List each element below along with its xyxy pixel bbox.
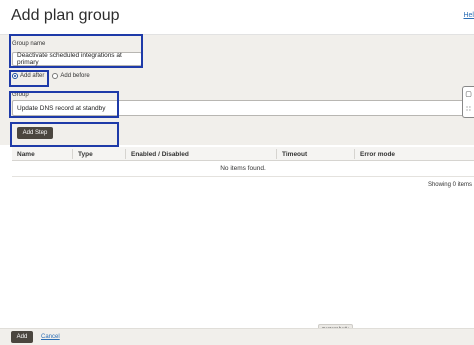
footer-bar (0, 328, 474, 345)
toolbar-icon[interactable]: ▢ (465, 91, 472, 98)
page-header: Add plan group Hel (0, 0, 474, 34)
table-header: Name Type Enabled / Disabled Timeout Err… (12, 147, 474, 161)
column-header-name[interactable]: Name (12, 147, 35, 161)
column-header-enabled[interactable]: Enabled / Disabled (126, 147, 189, 161)
column-header-error-mode[interactable]: Error mode (355, 147, 395, 161)
column-header-type[interactable]: Type (73, 147, 93, 161)
group-name-label: Group name (12, 41, 46, 47)
help-link[interactable]: Hel (463, 12, 474, 19)
page-title: Add plan group (11, 7, 120, 24)
add-before-radio-icon (52, 73, 59, 79)
add-before-label: Add before (60, 73, 90, 79)
add-step-button[interactable]: Add Step (17, 127, 53, 139)
add-button[interactable]: Add (11, 331, 33, 343)
add-after-radio-icon (12, 73, 18, 79)
add-after-label: Add after (20, 73, 45, 79)
add-after-radio[interactable]: Add after (12, 73, 44, 79)
items-count: Showing 0 items (427, 182, 472, 188)
add-before-radio[interactable]: Add before (52, 73, 90, 79)
side-toolbar[interactable]: ▢ ∷ (462, 86, 474, 118)
group-label: Group (12, 92, 29, 98)
group-select[interactable]: Update DNS record at standby (12, 100, 464, 116)
steps-table: Name Type Enabled / Disabled Timeout Err… (12, 147, 474, 193)
cancel-link[interactable]: Cancel (41, 334, 60, 340)
empty-message: No items found. (12, 161, 474, 177)
group-name-field[interactable]: Deactivate scheduled integrations at pri… (12, 52, 142, 66)
column-header-timeout[interactable]: Timeout (277, 147, 307, 161)
position-radio-group: Add after Add before (12, 73, 90, 79)
grid-icon[interactable]: ∷ (466, 106, 470, 113)
